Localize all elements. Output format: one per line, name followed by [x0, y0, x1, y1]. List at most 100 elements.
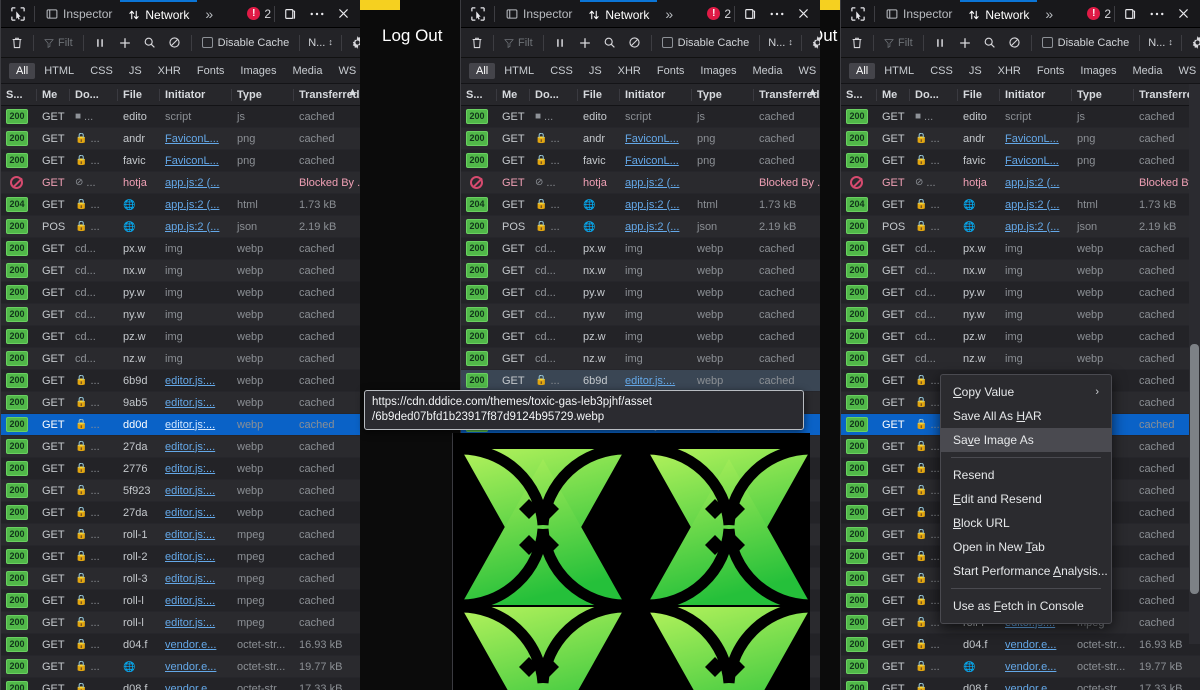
tab-network[interactable]: Network: [960, 0, 1038, 28]
trash-icon[interactable]: [465, 32, 489, 54]
column-header-4[interactable]: Initiator: [620, 88, 692, 101]
dock-split-icon[interactable]: [1118, 2, 1144, 26]
table-row[interactable]: 200GETcd...ny.wimgwebpcached8.32...: [1, 304, 360, 326]
cell-initiator[interactable]: editor.js:...: [160, 485, 232, 497]
column-header-0[interactable]: S...: [461, 88, 497, 101]
initiator-link[interactable]: editor.js:...: [165, 485, 215, 497]
tab-overflow-button[interactable]: »: [657, 0, 681, 28]
table-row[interactable]: 204GET🔒...🌐app.js:2 (...html1.73 kB0 B: [841, 194, 1200, 216]
column-header-3[interactable]: File: [118, 88, 160, 101]
table-row[interactable]: 200GET🔒...27daeditor.js:...webpcached293…: [1, 436, 360, 458]
close-icon[interactable]: [790, 2, 816, 26]
cell-initiator[interactable]: vendor.e...: [1000, 639, 1072, 651]
table-row[interactable]: 204GET🔒...🌐app.js:2 (...html1.73 kB0 B: [1, 194, 360, 216]
initiator-link[interactable]: app.js:2 (...: [165, 199, 219, 211]
tab-inspector[interactable]: Inspector: [38, 0, 120, 28]
cell-initiator[interactable]: editor.js:...: [160, 551, 232, 563]
column-header-2[interactable]: Do...: [910, 88, 958, 101]
context-menu-item-save-image-as[interactable]: Save Image As: [941, 428, 1111, 452]
filter-pill-xhr[interactable]: XHR: [991, 63, 1028, 79]
table-row[interactable]: 200GET🔒...favicFaviconL...pngcached2.78.…: [841, 150, 1200, 172]
context-menu-item-use-as-fetch-in-console[interactable]: Use as Fetch in Console: [941, 594, 1111, 618]
element-picker-icon[interactable]: [465, 2, 491, 26]
column-header-4[interactable]: Initiator: [160, 88, 232, 101]
filter-pill-js[interactable]: JS: [582, 63, 609, 79]
column-header-1[interactable]: Me: [877, 88, 910, 101]
table-row[interactable]: 200GETcd...pz.wimgwebpcached3.20...: [461, 326, 820, 348]
table-row[interactable]: 200GET🔒...roll-leditor.js:...mpegcached4…: [1, 590, 360, 612]
dock-split-icon[interactable]: [278, 2, 304, 26]
gear-icon[interactable]: [806, 32, 820, 54]
search-icon[interactable]: [138, 32, 162, 54]
initiator-link[interactable]: vendor.e...: [1005, 639, 1056, 651]
initiator-link[interactable]: FaviconL...: [165, 155, 219, 167]
cell-initiator[interactable]: editor.js:...: [160, 573, 232, 585]
cell-initiator[interactable]: app.js:2 (...: [1000, 221, 1072, 233]
initiator-link[interactable]: app.js:2 (...: [165, 177, 219, 189]
context-menu-item-edit-and-resend[interactable]: Edit and Resend: [941, 487, 1111, 511]
initiator-link[interactable]: FaviconL...: [625, 133, 679, 145]
table-row[interactable]: 200GET■...editoscriptjscached0 B: [461, 106, 820, 128]
filter-pill-fonts[interactable]: Fonts: [190, 63, 232, 79]
table-row[interactable]: 200GET🔒...2776editor.js:...webpcached411…: [1, 458, 360, 480]
table-row[interactable]: 200GETcd...py.wimgwebpcached8.32...: [461, 282, 820, 304]
initiator-link[interactable]: app.js:2 (...: [625, 177, 679, 189]
tab-overflow-button[interactable]: »: [197, 0, 221, 28]
gear-icon[interactable]: [1186, 32, 1200, 54]
gear-icon[interactable]: [346, 32, 360, 54]
search-icon[interactable]: [598, 32, 622, 54]
column-header-5[interactable]: Type: [232, 88, 294, 101]
cell-initiator[interactable]: editor.js:...: [160, 463, 232, 475]
cell-initiator[interactable]: editor.js:...: [160, 419, 232, 431]
filter-input[interactable]: Filt: [878, 32, 919, 54]
meatball-menu-icon[interactable]: [304, 2, 330, 26]
table-row[interactable]: 200 GET 🔒... d04.f vendor.e... octet-str... 16…: [1, 634, 360, 656]
context-menu-item-open-in-new-tab[interactable]: Open in New Tab: [941, 535, 1111, 559]
table-row[interactable]: 200GETcd...px.wimgwebpcached3.20...: [461, 238, 820, 260]
initiator-link[interactable]: editor.js:...: [165, 529, 215, 541]
filter-pill-css[interactable]: CSS: [923, 63, 960, 79]
disable-cache-checkbox[interactable]: Disable Cache: [196, 37, 296, 49]
plus-icon[interactable]: [113, 32, 137, 54]
table-row[interactable]: 200GET🔒...roll-3editor.js:...mpegcached7…: [1, 568, 360, 590]
table-row[interactable]: GET ⊘... hotja app.js:2 (... Blocked By ...: [1, 172, 360, 194]
filter-pill-css[interactable]: CSS: [83, 63, 120, 79]
cell-initiator[interactable]: editor.js:...: [160, 595, 232, 607]
cell-initiator[interactable]: app.js:2 (...: [1000, 199, 1072, 211]
meatball-menu-icon[interactable]: [1144, 2, 1170, 26]
table-row[interactable]: 200GETcd...nz.wimgwebpcached3.97...: [461, 348, 820, 370]
filter-pill-media[interactable]: Media: [285, 63, 329, 79]
cell-initiator[interactable]: editor.js:...: [160, 375, 232, 387]
filter-pill-ws[interactable]: WS: [1171, 63, 1200, 79]
table-row[interactable]: 200GETcd...nz.wimgwebpcached3.97...: [841, 348, 1200, 370]
no-entry-icon[interactable]: [1003, 32, 1027, 54]
initiator-link[interactable]: app.js:2 (...: [625, 221, 679, 233]
tab-network[interactable]: Network: [580, 0, 658, 28]
filter-pill-xhr[interactable]: XHR: [611, 63, 648, 79]
cell-initiator[interactable]: vendor.e...: [1000, 661, 1072, 673]
page-logout-text[interactable]: Log Out: [382, 26, 443, 46]
cell-initiator[interactable]: vendor.e...: [160, 683, 232, 690]
request-context-menu[interactable]: Copy Value › Save All As HAR Save Image As R…: [940, 374, 1112, 624]
table-row[interactable]: 200GETcd...py.wimgwebpcached8.32...: [841, 282, 1200, 304]
initiator-link[interactable]: editor.js:...: [165, 397, 215, 409]
cell-initiator[interactable]: app.js:2 (...: [620, 177, 692, 189]
table-row[interactable]: GET ⊘... hotja app.js:2 (... Blocked By ...: [841, 172, 1200, 194]
column-header-0[interactable]: S...: [1, 88, 37, 101]
table-row[interactable]: GET ⊘... hotja app.js:2 (... Blocked By ...: [461, 172, 820, 194]
table-row[interactable]: 200GET■...editoscriptjscached0 B: [1, 106, 360, 128]
column-header-4[interactable]: Initiator: [1000, 88, 1072, 101]
table-row[interactable]: 200GET🔒...dd0deditor.js:...webpcached183…: [1, 414, 360, 436]
initiator-link[interactable]: editor.js:...: [165, 551, 215, 563]
initiator-link[interactable]: editor.js:...: [165, 441, 215, 453]
table-row[interactable]: 200GET🔒...andrFaviconL...pngcached15.4..…: [841, 128, 1200, 150]
cell-initiator[interactable]: editor.js:...: [160, 441, 232, 453]
filter-input[interactable]: Filt: [498, 32, 539, 54]
table-row[interactable]: 200GET🔒...roll-1editor.js:...mpegcached7…: [1, 524, 360, 546]
initiator-link[interactable]: FaviconL...: [165, 133, 219, 145]
pause-icon[interactable]: [928, 32, 952, 54]
disable-cache-checkbox[interactable]: Disable Cache: [1036, 37, 1136, 49]
filter-pill-fonts[interactable]: Fonts: [650, 63, 692, 79]
filter-pill-xhr[interactable]: XHR: [151, 63, 188, 79]
scrollbar-thumb[interactable]: [1190, 344, 1199, 594]
